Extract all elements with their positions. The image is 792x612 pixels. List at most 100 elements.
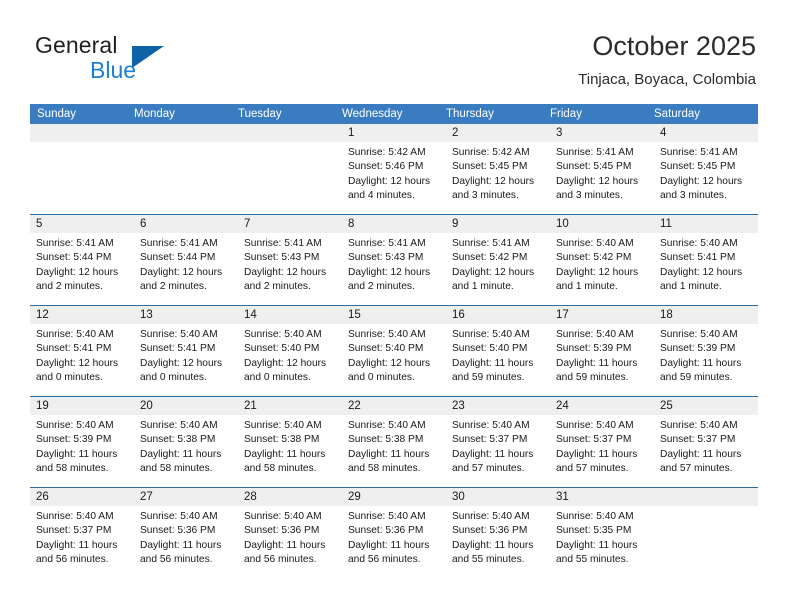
brand-name-general: General <box>35 32 118 58</box>
calendar-day-cell[interactable]: 16 Sunrise: 5:40 AM Sunset: 5:40 PM Dayligh… <box>446 305 550 397</box>
day-cell-inner: 22 Sunrise: 5:40 AM Sunset: 5:38 PM Dayligh… <box>342 397 446 487</box>
daylight-duration-line1: Daylight: 11 hours <box>556 539 638 551</box>
sunrise-time: Sunrise: 5:40 AM <box>660 420 738 431</box>
day-number: 29 <box>342 488 446 506</box>
day-number: 13 <box>134 306 238 324</box>
day-details: Sunrise: 5:40 AM Sunset: 5:40 PM Daylight:… <box>238 324 342 386</box>
sunset-time: Sunset: 5:45 PM <box>660 161 736 173</box>
calendar-page: General Blue October 2025 Tinjaca, Boyac… <box>0 0 792 612</box>
sunset-time: Sunset: 5:40 PM <box>452 343 528 355</box>
day-cell-inner: 28 Sunrise: 5:40 AM Sunset: 5:36 PM Dayligh… <box>238 488 342 578</box>
sunset-time: Sunset: 5:38 PM <box>140 434 216 446</box>
calendar-day-cell[interactable]: 7 Sunrise: 5:41 AM Sunset: 5:43 PM Daylight… <box>238 214 342 306</box>
calendar-day-cell[interactable]: 26 Sunrise: 5:40 AM Sunset: 5:37 PM Dayligh… <box>30 487 134 578</box>
day-number: 20 <box>134 397 238 415</box>
day-details: Sunrise: 5:41 AM Sunset: 5:44 PM Daylight:… <box>30 233 134 295</box>
calendar-day-cell[interactable]: 28 Sunrise: 5:40 AM Sunset: 5:36 PM Dayligh… <box>238 487 342 578</box>
day-number: 14 <box>238 306 342 324</box>
daylight-duration-line2: and 0 minutes. <box>244 372 311 384</box>
daylight-duration-line1: Daylight: 11 hours <box>244 539 326 551</box>
daylight-duration-line2: and 58 minutes. <box>36 463 109 475</box>
daylight-duration-line2: and 55 minutes. <box>452 554 525 566</box>
sunrise-time: Sunrise: 5:42 AM <box>348 147 426 158</box>
calendar-day-cell[interactable]: 23 Sunrise: 5:40 AM Sunset: 5:37 PM Dayligh… <box>446 396 550 488</box>
calendar-day-cell-empty <box>134 124 238 215</box>
calendar-day-cell[interactable]: 18 Sunrise: 5:40 AM Sunset: 5:39 PM Dayligh… <box>654 305 758 397</box>
calendar-day-cell[interactable]: 6 Sunrise: 5:41 AM Sunset: 5:44 PM Daylight… <box>134 214 238 306</box>
calendar-day-cell[interactable]: 19 Sunrise: 5:40 AM Sunset: 5:39 PM Dayligh… <box>30 396 134 488</box>
day-cell-inner: 19 Sunrise: 5:40 AM Sunset: 5:39 PM Dayligh… <box>30 397 134 487</box>
daylight-duration-line1: Daylight: 12 hours <box>452 266 535 278</box>
calendar-day-cell[interactable]: 31 Sunrise: 5:40 AM Sunset: 5:35 PM Dayligh… <box>550 487 654 578</box>
daylight-duration-line1: Daylight: 12 hours <box>244 266 327 278</box>
daylight-duration-line1: Daylight: 12 hours <box>244 357 327 369</box>
calendar-week-row: 19 Sunrise: 5:40 AM Sunset: 5:39 PM Dayligh… <box>30 396 758 488</box>
calendar-day-cell[interactable]: 11 Sunrise: 5:40 AM Sunset: 5:41 PM Dayligh… <box>654 214 758 306</box>
calendar-day-cell[interactable]: 17 Sunrise: 5:40 AM Sunset: 5:39 PM Dayligh… <box>550 305 654 397</box>
day-cell-inner: 2 Sunrise: 5:42 AM Sunset: 5:45 PM Daylight… <box>446 124 550 214</box>
daylight-duration-line1: Daylight: 11 hours <box>660 448 742 460</box>
sunset-time: Sunset: 5:44 PM <box>36 252 112 264</box>
calendar-day-cell[interactable]: 13 Sunrise: 5:40 AM Sunset: 5:41 PM Dayligh… <box>134 305 238 397</box>
triangle-logo-icon <box>132 46 164 68</box>
calendar-day-cell[interactable]: 20 Sunrise: 5:40 AM Sunset: 5:38 PM Dayligh… <box>134 396 238 488</box>
calendar-day-cell[interactable]: 25 Sunrise: 5:40 AM Sunset: 5:37 PM Dayligh… <box>654 396 758 488</box>
calendar-day-cell[interactable]: 5 Sunrise: 5:41 AM Sunset: 5:44 PM Daylight… <box>30 214 134 306</box>
sunset-time: Sunset: 5:37 PM <box>452 434 528 446</box>
sunrise-time: Sunrise: 5:41 AM <box>660 147 738 158</box>
day-details: Sunrise: 5:40 AM Sunset: 5:39 PM Daylight:… <box>550 324 654 386</box>
sunset-time: Sunset: 5:39 PM <box>36 434 112 446</box>
day-cell-inner: 18 Sunrise: 5:40 AM Sunset: 5:39 PM Dayligh… <box>654 306 758 396</box>
sunset-time: Sunset: 5:36 PM <box>348 525 424 537</box>
day-details: Sunrise: 5:40 AM Sunset: 5:35 PM Daylight:… <box>550 506 654 568</box>
calendar-day-cell[interactable]: 12 Sunrise: 5:40 AM Sunset: 5:41 PM Dayligh… <box>30 305 134 397</box>
day-number <box>134 124 238 142</box>
calendar-day-cell[interactable]: 27 Sunrise: 5:40 AM Sunset: 5:36 PM Dayligh… <box>134 487 238 578</box>
calendar-day-cell[interactable]: 30 Sunrise: 5:40 AM Sunset: 5:36 PM Dayligh… <box>446 487 550 578</box>
sunrise-sunset-calendar-table: Sunday Monday Tuesday Wednesday Thursday… <box>30 104 758 578</box>
calendar-day-cell[interactable]: 15 Sunrise: 5:40 AM Sunset: 5:40 PM Dayligh… <box>342 305 446 397</box>
day-details: Sunrise: 5:40 AM Sunset: 5:41 PM Daylight:… <box>134 324 238 386</box>
calendar-week-row: 12 Sunrise: 5:40 AM Sunset: 5:41 PM Dayligh… <box>30 305 758 397</box>
calendar-day-cell[interactable]: 4 Sunrise: 5:41 AM Sunset: 5:45 PM Daylight… <box>654 124 758 215</box>
calendar-day-cell[interactable]: 8 Sunrise: 5:41 AM Sunset: 5:43 PM Daylight… <box>342 214 446 306</box>
calendar-week-row: 5 Sunrise: 5:41 AM Sunset: 5:44 PM Daylight… <box>30 214 758 306</box>
brand-logo[interactable]: General Blue <box>35 32 235 90</box>
daylight-duration-line2: and 3 minutes. <box>660 190 727 202</box>
calendar-day-cell[interactable]: 22 Sunrise: 5:40 AM Sunset: 5:38 PM Dayligh… <box>342 396 446 488</box>
sunset-time: Sunset: 5:45 PM <box>452 161 528 173</box>
calendar-day-cell[interactable]: 21 Sunrise: 5:40 AM Sunset: 5:38 PM Dayligh… <box>238 396 342 488</box>
daylight-duration-line2: and 4 minutes. <box>348 190 415 202</box>
sunrise-time: Sunrise: 5:40 AM <box>556 329 634 340</box>
daylight-duration-line2: and 0 minutes. <box>36 372 103 384</box>
sunrise-time: Sunrise: 5:40 AM <box>36 420 114 431</box>
daylight-duration-line1: Daylight: 11 hours <box>348 448 430 460</box>
calendar-day-cell[interactable]: 3 Sunrise: 5:41 AM Sunset: 5:45 PM Daylight… <box>550 124 654 215</box>
calendar-day-cell[interactable]: 14 Sunrise: 5:40 AM Sunset: 5:40 PM Dayligh… <box>238 305 342 397</box>
sunrise-time: Sunrise: 5:41 AM <box>140 238 218 249</box>
day-cell-inner <box>134 124 238 214</box>
day-cell-inner: 27 Sunrise: 5:40 AM Sunset: 5:36 PM Dayligh… <box>134 488 238 578</box>
calendar-day-cell[interactable]: 10 Sunrise: 5:40 AM Sunset: 5:42 PM Dayligh… <box>550 214 654 306</box>
day-number: 6 <box>134 215 238 233</box>
sunrise-time: Sunrise: 5:40 AM <box>244 420 322 431</box>
daylight-duration-line1: Daylight: 11 hours <box>660 357 742 369</box>
page-title: October 2025 <box>592 31 756 61</box>
daylight-duration-line1: Daylight: 12 hours <box>660 266 743 278</box>
sunrise-time: Sunrise: 5:41 AM <box>348 238 426 249</box>
daylight-duration-line2: and 59 minutes. <box>660 372 733 384</box>
calendar-day-cell[interactable]: 24 Sunrise: 5:40 AM Sunset: 5:37 PM Dayligh… <box>550 396 654 488</box>
day-details: Sunrise: 5:41 AM Sunset: 5:45 PM Daylight:… <box>654 142 758 204</box>
calendar-day-cell[interactable]: 2 Sunrise: 5:42 AM Sunset: 5:45 PM Daylight… <box>446 124 550 215</box>
weekday-header-tuesday: Tuesday <box>238 104 342 124</box>
calendar-day-cell[interactable]: 9 Sunrise: 5:41 AM Sunset: 5:42 PM Daylight… <box>446 214 550 306</box>
daylight-duration-line1: Daylight: 11 hours <box>452 448 534 460</box>
calendar-day-cell[interactable]: 29 Sunrise: 5:40 AM Sunset: 5:36 PM Dayligh… <box>342 487 446 578</box>
calendar-day-cell[interactable]: 1 Sunrise: 5:42 AM Sunset: 5:46 PM Daylight… <box>342 124 446 215</box>
day-details: Sunrise: 5:40 AM Sunset: 5:41 PM Daylight:… <box>654 233 758 295</box>
day-details: Sunrise: 5:41 AM Sunset: 5:45 PM Daylight:… <box>550 142 654 204</box>
sunrise-time: Sunrise: 5:40 AM <box>36 511 114 522</box>
day-details <box>238 142 342 146</box>
calendar-body: 1 Sunrise: 5:42 AM Sunset: 5:46 PM Daylight… <box>30 124 758 578</box>
day-details: Sunrise: 5:40 AM Sunset: 5:36 PM Daylight:… <box>342 506 446 568</box>
